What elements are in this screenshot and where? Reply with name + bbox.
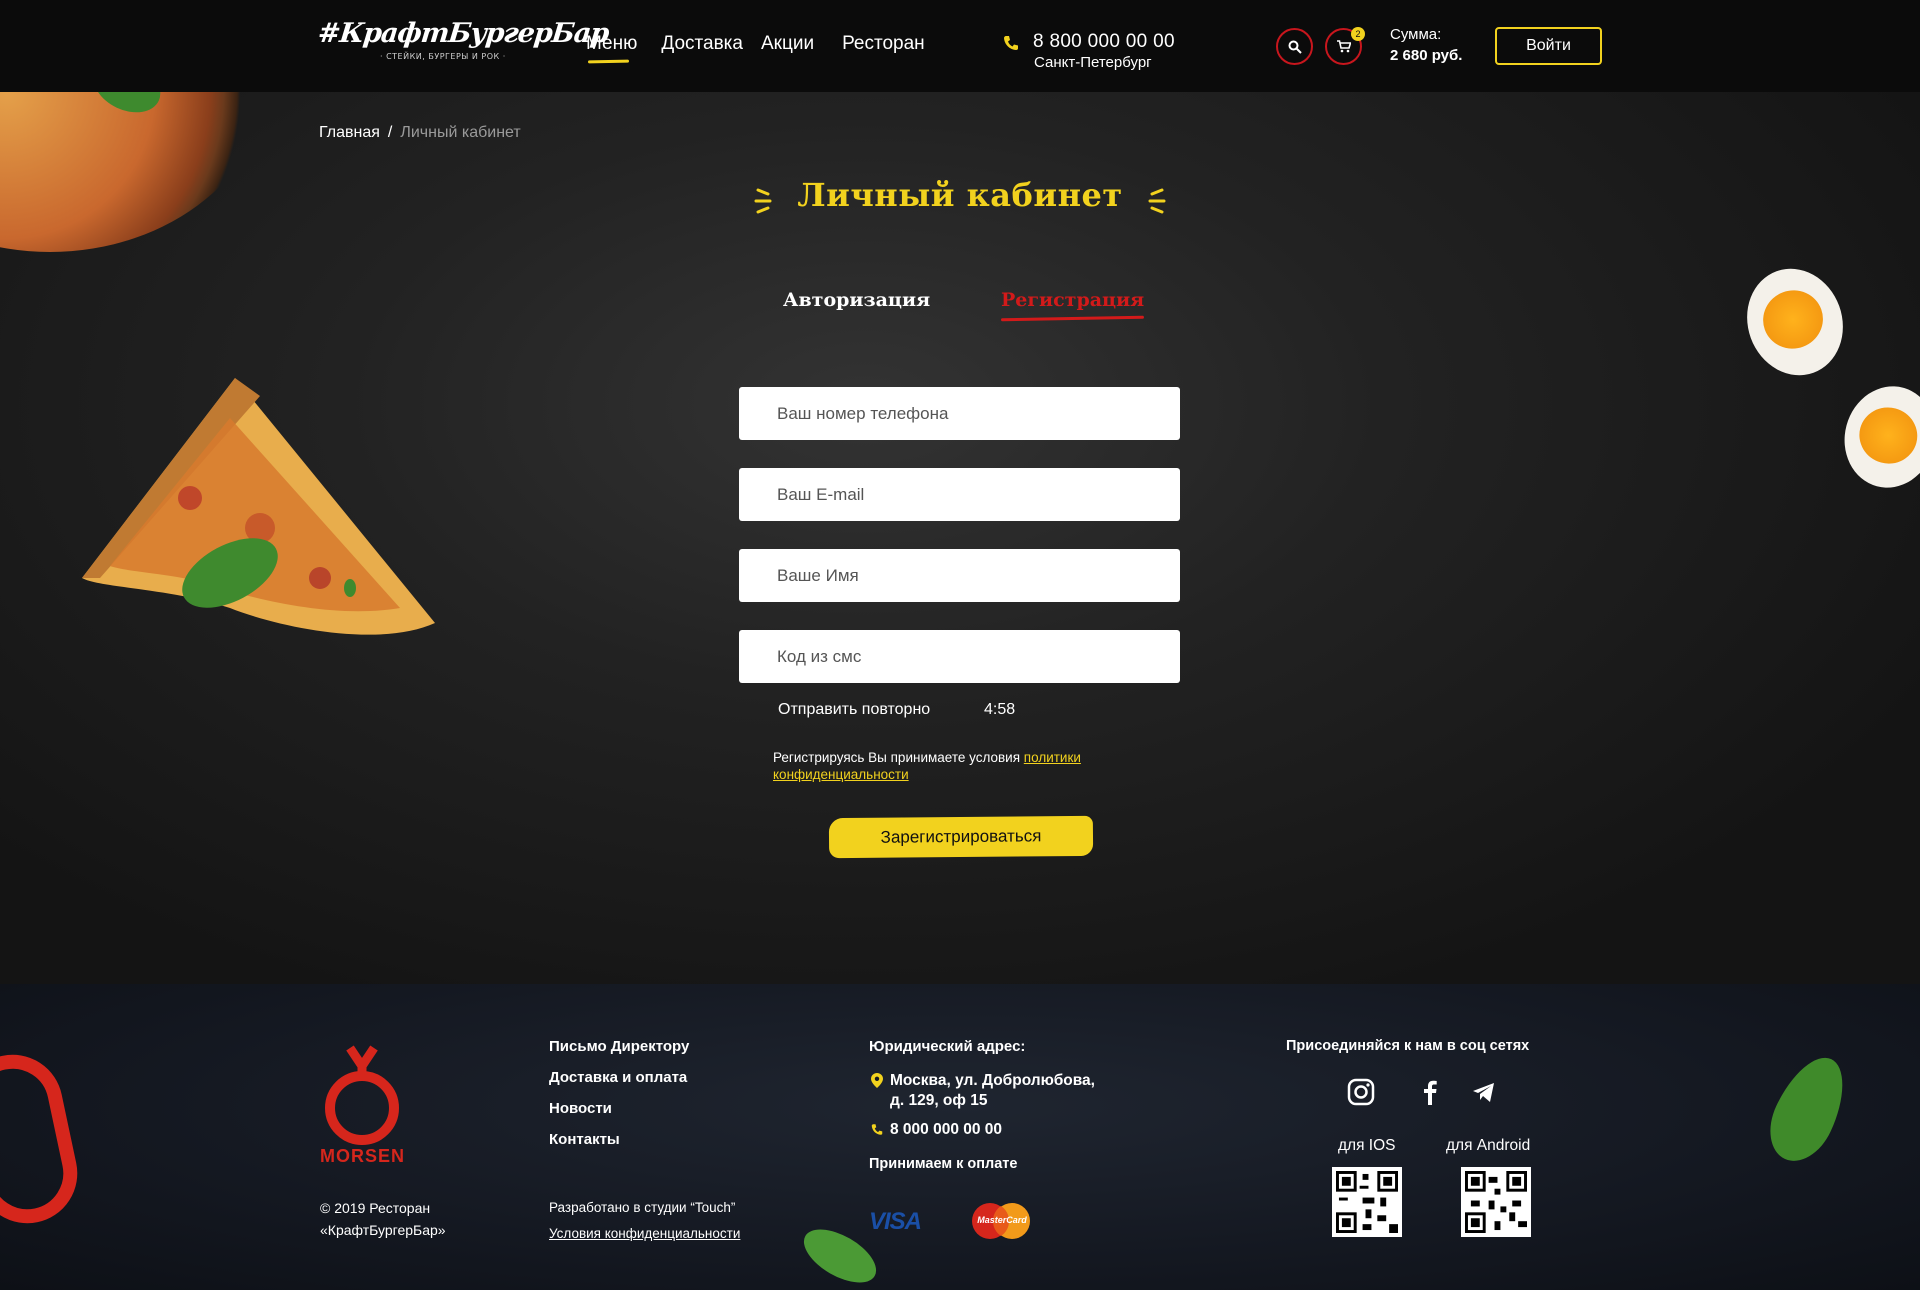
egg-decoration <box>1833 376 1920 498</box>
footer-links: Письмо Директору Доставка и оплата Новос… <box>549 1038 689 1162</box>
site-logo[interactable]: #КрафтБургерБар · СТЕЙКИ, БУРГЕРЫ И РОК … <box>316 18 610 72</box>
pizza-slice-image <box>82 378 435 635</box>
nav-item-delivery[interactable]: Доставка <box>661 33 743 55</box>
address-line: Москва, ул. Добролюбова, д. 129, оф 15 <box>869 1071 1095 1111</box>
mastercard-label: MasterCard <box>977 1215 1027 1225</box>
android-label: для Android <box>1446 1137 1531 1154</box>
footer-link-director[interactable]: Письмо Директору <box>549 1038 689 1055</box>
breadcrumb-separator: / <box>387 124 393 141</box>
policy-notice: Регистрируясь Вы принимаете условия поли… <box>773 749 1153 783</box>
header-phone[interactable]: 8 800 000 00 00 <box>1003 31 1175 53</box>
footer-studio: Разработано в студии “Touch” Условия кон… <box>549 1195 740 1247</box>
page-title: Личный кабинет <box>797 176 1123 214</box>
cart-sum-value: 2 680 руб. <box>1390 47 1463 64</box>
logo-tagline: · СТЕЙКИ, БУРГЕРЫ И РОК · <box>380 52 506 61</box>
title-left-decoration-icon <box>754 188 772 213</box>
footer-phone-line: 8 000 000 00 00 <box>869 1120 1095 1140</box>
morsen-logo-icon[interactable] <box>320 1044 430 1154</box>
search-icon <box>1288 40 1302 54</box>
header-city: Санкт-Петербург <box>1034 54 1152 71</box>
main-content: Главная / Личный кабинет Личный кабинет Ав… <box>0 92 1920 984</box>
nav-item-promotions[interactable]: Акции <box>761 33 814 55</box>
pepper-decoration <box>0 1045 87 1233</box>
resend-code-link[interactable]: Отправить повторно <box>778 701 930 719</box>
policy-text: Регистрируясь Вы принимаете условия <box>773 750 1021 765</box>
tab-authorization[interactable]: Авторизация <box>783 289 930 311</box>
tab-registration[interactable]: Регистрация <box>1001 289 1144 311</box>
cart-icon <box>1336 40 1351 53</box>
footer-link-delivery[interactable]: Доставка и оплата <box>549 1069 689 1086</box>
instagram-icon[interactable] <box>1347 1078 1375 1106</box>
breadcrumb: Главная / Личный кабинет <box>319 124 521 142</box>
facebook-icon[interactable] <box>1416 1078 1444 1106</box>
footer-copyright: © 2019 Ресторан «КрафтБургерБар» <box>320 1200 446 1238</box>
phone-icon <box>871 1124 883 1135</box>
privacy-terms-link[interactable]: Условия конфиденциальности <box>549 1221 740 1247</box>
login-button[interactable]: Войти <box>1495 27 1602 65</box>
sms-code-field[interactable] <box>739 630 1180 683</box>
footer-social: Присоединяйся к нам в соц сетях <box>1286 1038 1529 1054</box>
cart-sum-label: Сумма: <box>1390 26 1442 43</box>
studio-credit[interactable]: Разработано в студии “Touch” <box>549 1195 740 1221</box>
cart-count-badge: 2 <box>1351 27 1365 41</box>
payment-title: Принимаем к оплате <box>869 1156 1018 1172</box>
address-line-1: Москва, ул. Добролюбова, <box>890 1072 1095 1089</box>
resend-timer: 4:58 <box>984 701 1016 718</box>
legal-address-title: Юридический адрес: <box>869 1038 1026 1055</box>
footer-link-contacts[interactable]: Контакты <box>549 1131 689 1148</box>
egg-decoration <box>1732 255 1858 389</box>
android-qr-code[interactable] <box>1461 1167 1531 1237</box>
nav-item-restaurant[interactable]: Ресторан <box>842 33 925 55</box>
main-nav: Меню Доставка Акции Ресторан <box>586 33 943 55</box>
phone-icon <box>1004 36 1018 50</box>
cart-sum: Сумма: 2 680 руб. <box>1390 26 1462 64</box>
ios-qr-code[interactable] <box>1332 1167 1402 1237</box>
breadcrumb-current: Личный кабинет <box>400 124 521 141</box>
ios-label: для IOS <box>1338 1137 1396 1154</box>
email-field[interactable] <box>739 468 1180 521</box>
page-title-wrap: Личный кабинет <box>0 176 1920 218</box>
phone-field[interactable] <box>739 387 1180 440</box>
footer-address: Юридический адрес: Москва, ул. Добролюбо… <box>869 1038 1095 1172</box>
search-button[interactable] <box>1276 28 1313 65</box>
register-button[interactable]: Зарегистрироваться <box>828 815 1094 859</box>
footer-link-news[interactable]: Новости <box>549 1100 689 1117</box>
location-pin-icon <box>871 1073 883 1088</box>
telegram-icon[interactable] <box>1470 1078 1498 1106</box>
name-field[interactable] <box>739 549 1180 602</box>
pizza-decoration <box>0 92 270 252</box>
header-contact: 8 800 000 00 00 Санкт-Петербург <box>1003 31 1175 71</box>
morsen-brand-text: MORSEN <box>320 1146 406 1166</box>
visa-logo: VISA <box>869 1208 922 1235</box>
social-title: Присоединяйся к нам в соц сетях <box>1286 1038 1530 1054</box>
breadcrumb-home[interactable]: Главная <box>319 124 380 141</box>
title-right-decoration-icon <box>1148 188 1166 213</box>
site-header: #КрафтБургерБар · СТЕЙКИ, БУРГЕРЫ И РОК … <box>0 0 1920 92</box>
basil-decoration <box>1757 1046 1859 1172</box>
logo-text: #КрафтБургерБар <box>316 18 610 49</box>
address-line-2: д. 129, оф 15 <box>890 1092 988 1109</box>
site-footer: MORSEN © 2019 Ресторан «КрафтБургерБар» … <box>0 984 1920 1290</box>
cart-button[interactable]: 2 <box>1325 27 1365 65</box>
nav-item-menu[interactable]: Меню <box>586 33 637 55</box>
footer-phone[interactable]: 8 000 000 00 00 <box>890 1120 1095 1140</box>
